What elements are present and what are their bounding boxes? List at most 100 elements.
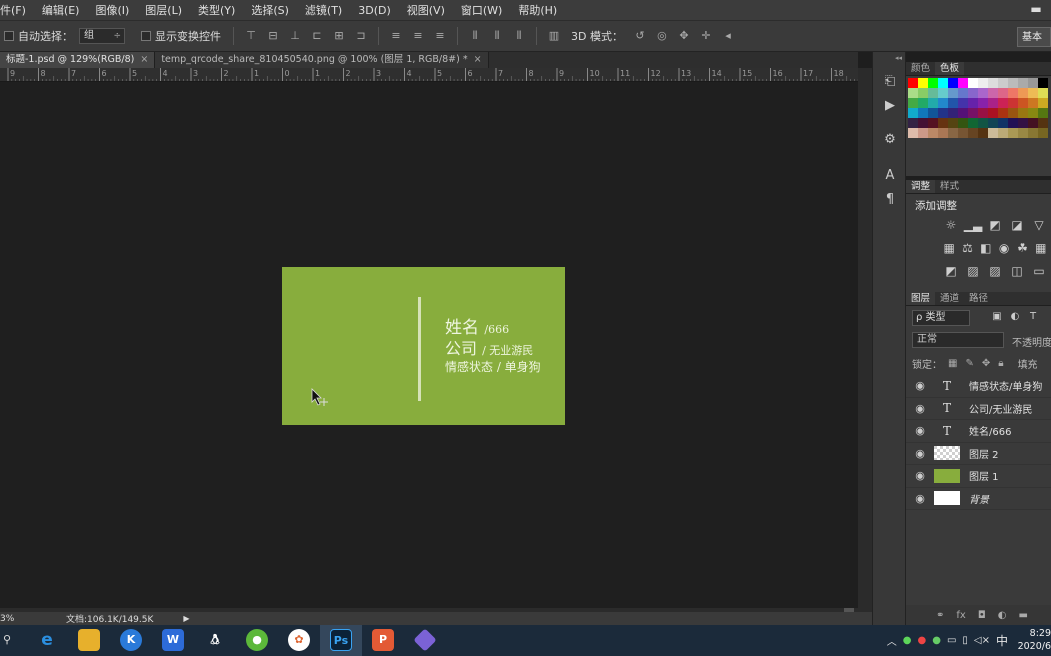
photos-app-icon[interactable]: ✿ [288, 629, 310, 651]
color-swatch[interactable] [998, 98, 1008, 108]
tab-layers[interactable]: 图层 [906, 292, 936, 305]
color-swatch[interactable] [988, 98, 998, 108]
menu-item[interactable]: 编辑(E) [34, 2, 88, 18]
layer-row[interactable]: ◉ T 姓名/666 [906, 420, 1051, 443]
properties-icon[interactable]: ⚙ [882, 132, 898, 148]
color-swatch[interactable] [958, 88, 968, 98]
color-swatch[interactable] [928, 128, 938, 138]
workspace-button[interactable]: 基本 [1017, 27, 1051, 47]
color-swatch[interactable] [918, 88, 928, 98]
tab-paths[interactable]: 路径 [964, 292, 993, 305]
color-swatch[interactable] [968, 88, 978, 98]
tray-app-icon[interactable]: ● [917, 635, 926, 646]
iqiyi-icon[interactable]: ● [246, 629, 268, 651]
color-swatch[interactable] [918, 118, 928, 128]
color-swatch[interactable] [938, 78, 948, 88]
color-swatch[interactable] [928, 88, 938, 98]
color-swatch[interactable] [948, 98, 958, 108]
color-swatch[interactable] [1028, 98, 1038, 108]
app-icon[interactable] [413, 628, 437, 652]
color-swatch[interactable] [998, 128, 1008, 138]
color-swatch[interactable] [1028, 118, 1038, 128]
color-swatch[interactable] [948, 118, 958, 128]
lock-paint-icon[interactable]: ✎ [965, 358, 973, 369]
color-swatch[interactable] [1008, 118, 1018, 128]
clock[interactable]: 8:29 2020/6 [1015, 627, 1051, 653]
color-swatch[interactable] [1028, 78, 1038, 88]
menu-item[interactable]: 图像(I) [87, 2, 137, 18]
color-swatch[interactable] [988, 78, 998, 88]
color-swatch[interactable] [1018, 118, 1028, 128]
invert-icon[interactable]: ◩ [941, 264, 961, 278]
color-swatch[interactable] [928, 78, 938, 88]
color-swatch[interactable] [968, 98, 978, 108]
color-swatch[interactable] [988, 128, 998, 138]
tab-swatches[interactable]: 色板 [935, 62, 965, 75]
link-layers-icon[interactable]: ⚭ [936, 610, 944, 621]
color-swatch[interactable] [978, 98, 988, 108]
color-swatch[interactable] [998, 108, 1008, 118]
color-swatch[interactable] [1008, 108, 1018, 118]
layer-row[interactable]: ◉ 图层 1 [906, 465, 1051, 488]
wps-presentation-icon[interactable]: P [372, 629, 394, 651]
color-swatch[interactable] [948, 78, 958, 88]
posterize-icon[interactable]: ▨ [963, 264, 983, 278]
exposure-icon[interactable]: ◪ [1007, 218, 1027, 232]
lock-position-icon[interactable]: ✥ [982, 358, 990, 369]
hue-saturation-icon[interactable]: ▦ [941, 241, 957, 255]
layer-style-icon[interactable]: fx [956, 610, 965, 621]
card-status-text[interactable]: 情感状态 / 单身狗 [445, 358, 541, 375]
color-swatch[interactable] [1008, 128, 1018, 138]
color-swatch[interactable] [1008, 88, 1018, 98]
show-transform-checkbox[interactable] [141, 31, 151, 41]
align-hcenter-icon[interactable]: ⊞ [332, 29, 346, 43]
gradient-map-icon[interactable]: ◫ [1007, 264, 1027, 278]
color-swatch[interactable] [1028, 88, 1038, 98]
color-swatch[interactable] [948, 128, 958, 138]
distribute-bottom-icon[interactable]: ≡ [433, 29, 447, 43]
color-swatch[interactable] [928, 118, 938, 128]
color-swatch[interactable] [918, 98, 928, 108]
menu-item[interactable]: 选择(S) [243, 2, 297, 18]
lock-transparent-icon[interactable]: ▦ [948, 358, 957, 369]
curves-icon[interactable]: ◩ [985, 218, 1005, 232]
tray-expand-icon[interactable]: ︿ [887, 633, 897, 648]
ime-indicator[interactable]: 中 [996, 632, 1008, 649]
menu-item[interactable]: 件(F) [0, 2, 34, 18]
layer-row[interactable]: ◉ 背景 [906, 488, 1051, 510]
character-icon[interactable]: A [882, 168, 898, 184]
color-swatch[interactable] [1018, 78, 1028, 88]
edge-browser-icon[interactable]: e [36, 629, 58, 651]
layer-row[interactable]: ◉ 图层 2 [906, 443, 1051, 465]
menu-item[interactable]: 图层(L) [137, 2, 190, 18]
color-swatch[interactable] [1008, 98, 1018, 108]
color-swatch[interactable] [918, 128, 928, 138]
color-swatch[interactable] [1038, 128, 1048, 138]
close-icon[interactable]: × [140, 54, 148, 65]
color-swatch[interactable] [938, 88, 948, 98]
color-swatch[interactable] [908, 118, 918, 128]
3d-scale-icon[interactable]: ◂ [721, 29, 735, 43]
tab-adjustments[interactable]: 调整 [906, 180, 936, 193]
doc-tab[interactable]: 标题-1.psd @ 129%(RGB/8) × [0, 52, 156, 68]
color-swatch[interactable] [928, 98, 938, 108]
black-white-icon[interactable]: ◧ [978, 241, 994, 255]
color-swatch[interactable] [968, 128, 978, 138]
paragraph-icon[interactable]: ¶ [882, 192, 898, 208]
color-swatch[interactable] [1028, 128, 1038, 138]
actions-play-icon[interactable]: ▶ [882, 98, 898, 114]
search-icon[interactable]: ⚲ [0, 629, 18, 651]
color-swatch[interactable] [1038, 108, 1048, 118]
menu-item[interactable]: 帮助(H) [510, 2, 565, 18]
color-swatch[interactable] [1018, 108, 1028, 118]
color-swatch[interactable] [948, 108, 958, 118]
color-swatch[interactable] [918, 108, 928, 118]
color-swatch[interactable] [908, 108, 918, 118]
channel-mixer-icon[interactable]: ☘ [1014, 241, 1030, 255]
tab-styles[interactable]: 样式 [935, 180, 964, 193]
close-icon[interactable]: × [474, 54, 482, 65]
zoom-level[interactable]: 3% [0, 614, 36, 624]
color-swatch[interactable] [958, 98, 968, 108]
wps-writer-icon[interactable]: W [162, 629, 184, 651]
color-swatch[interactable] [1038, 118, 1048, 128]
